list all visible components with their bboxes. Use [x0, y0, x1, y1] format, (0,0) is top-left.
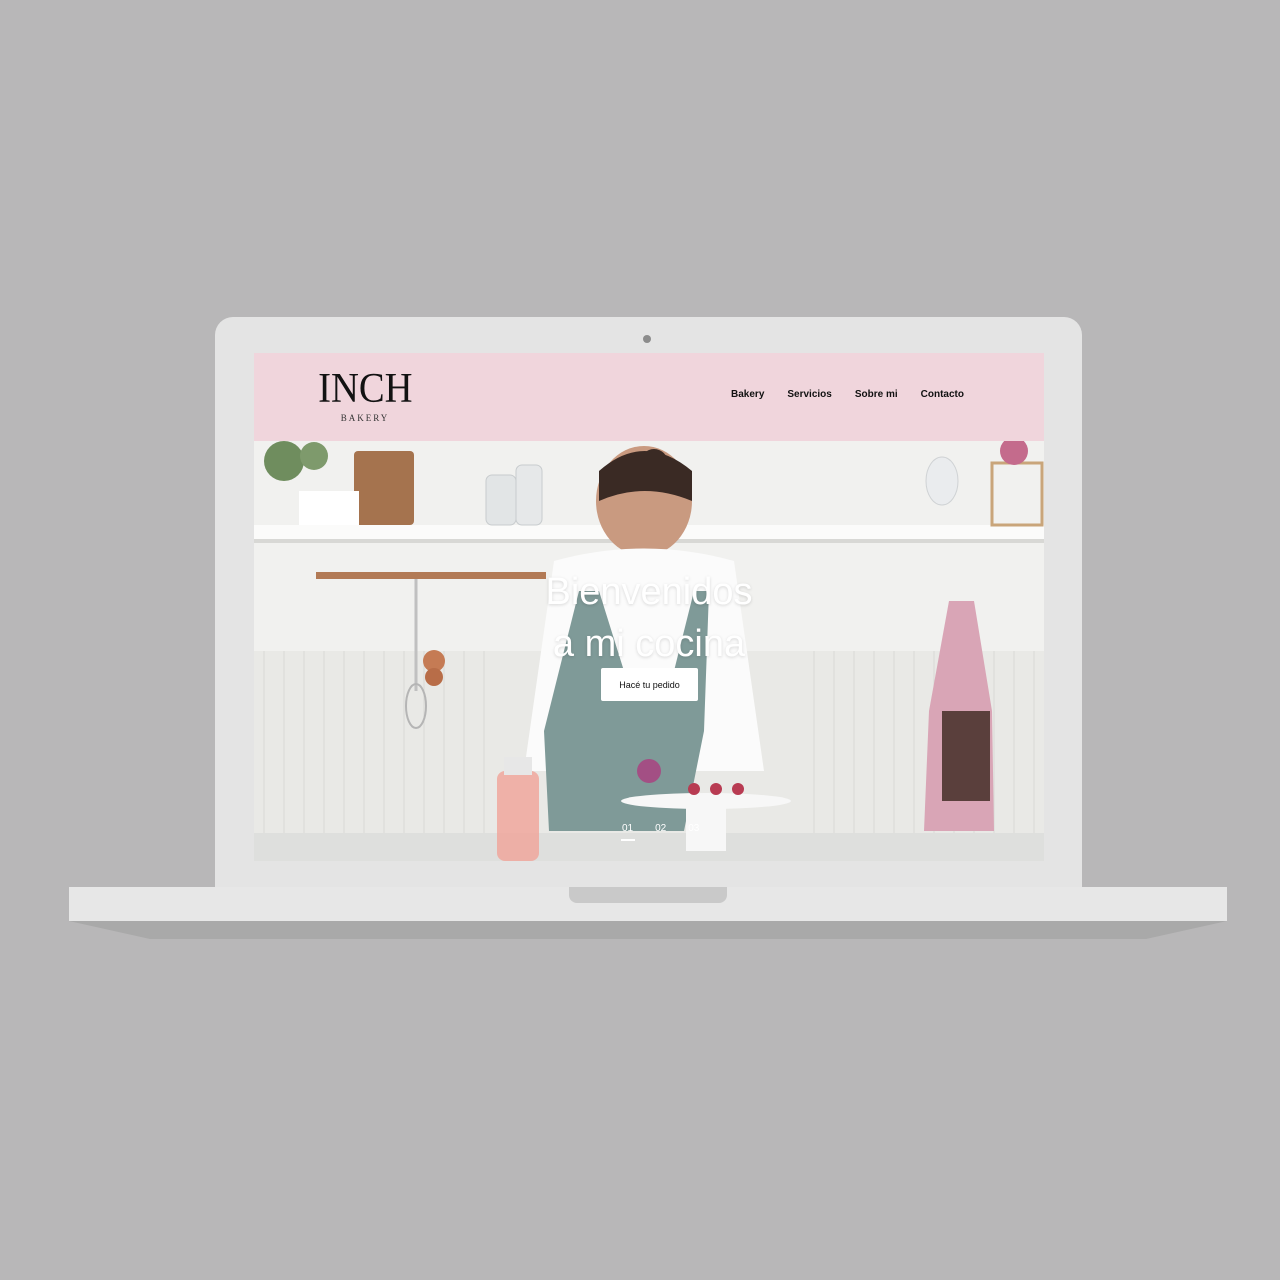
- site-header: INCH BAKERY Bakery Servicios Sobre mi Co…: [254, 353, 1044, 441]
- slide-dot-02[interactable]: 02: [655, 823, 666, 834]
- logo[interactable]: INCH BAKERY: [314, 367, 416, 423]
- nav-item-bakery[interactable]: Bakery: [731, 389, 764, 400]
- nav-item-contacto[interactable]: Contacto: [921, 389, 964, 400]
- slide-pager: 01 02 03: [620, 823, 699, 841]
- camera-icon: [643, 335, 651, 343]
- laptop-lid: INCH BAKERY Bakery Servicios Sobre mi Co…: [215, 317, 1082, 892]
- laptop-foot: [69, 921, 1227, 939]
- logo-wordmark: INCH: [318, 366, 413, 412]
- nav-item-servicios[interactable]: Servicios: [787, 389, 831, 400]
- hero-title-line-1: Bienvenidos: [545, 571, 753, 614]
- nav-item-sobre-mi[interactable]: Sobre mi: [855, 389, 898, 400]
- hero-title-line-2: a mi cocina: [552, 623, 746, 666]
- order-button[interactable]: Hacé tu pedido: [601, 668, 698, 701]
- slide-dot-01[interactable]: 01: [620, 823, 636, 841]
- hero-title: Bienvenidos a mi cocina: [494, 566, 804, 670]
- slide-dot-03[interactable]: 03: [688, 823, 699, 834]
- main-nav: Bakery Servicios Sobre mi Contacto: [731, 389, 964, 400]
- laptop-base: [69, 887, 1227, 921]
- laptop-notch: [569, 887, 727, 903]
- hero-section: Bienvenidos a mi cocina Hacé tu pedido 0…: [254, 441, 1044, 861]
- laptop-screen: INCH BAKERY Bakery Servicios Sobre mi Co…: [254, 353, 1044, 861]
- logo-subtitle: BAKERY: [340, 413, 390, 423]
